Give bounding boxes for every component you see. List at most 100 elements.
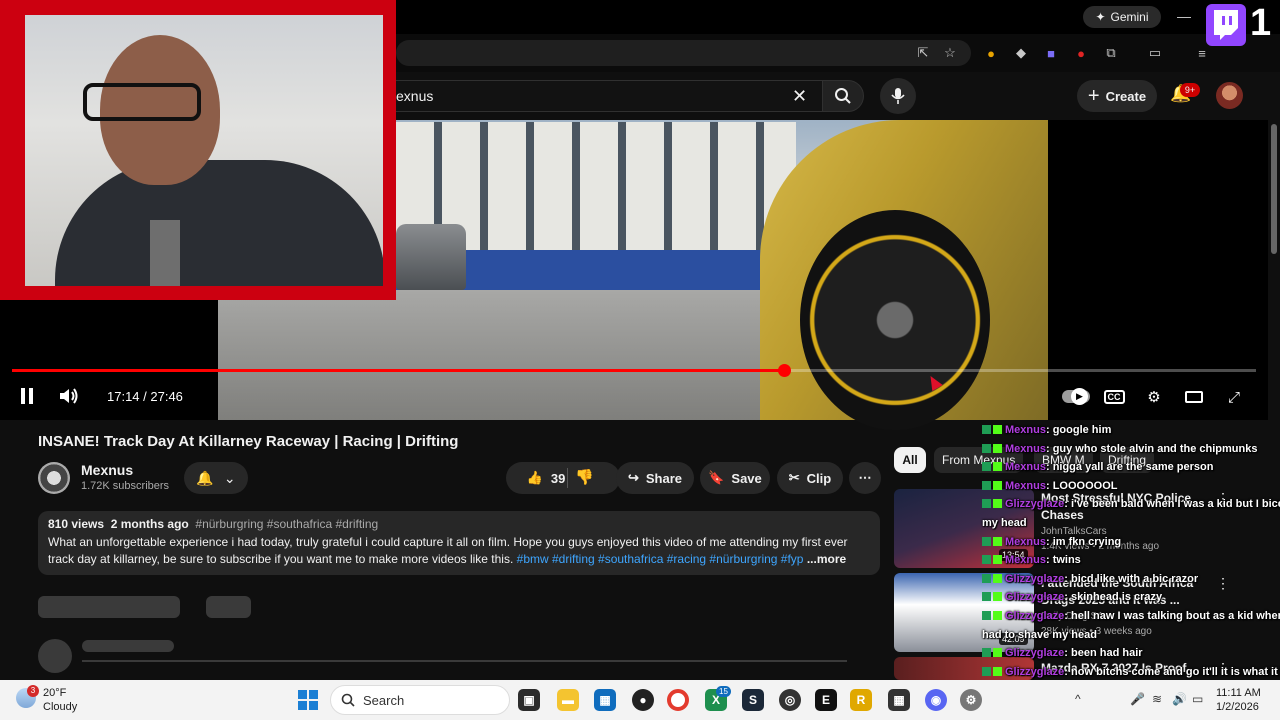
description-hashtags[interactable]: #bmw #drifting #southafrica #racing #nür… [517, 552, 804, 566]
tray-mic-icon[interactable]: 🎤 [1130, 692, 1145, 706]
clock-time[interactable]: 11:11 AM [1216, 687, 1261, 699]
speaker-icon[interactable]: 🔊 [1172, 692, 1187, 706]
wifi-icon[interactable]: ≋ [1152, 692, 1162, 706]
pause-button[interactable] [18, 386, 36, 406]
search-clear-icon[interactable]: ✕ [792, 86, 812, 107]
discord-icon[interactable]: ◉ [925, 689, 947, 711]
extensions-puzzle-icon[interactable]: ⧉ [1102, 44, 1120, 62]
chat-platform-badge-icon [982, 481, 991, 490]
dislike-icon[interactable]: 👎 [575, 468, 594, 486]
extension-diamond-icon[interactable]: ◆ [1012, 44, 1030, 62]
chat-kick-badge-icon [993, 555, 1002, 564]
chat-message-text: : now bitchs come and go it'll it is wha… [1064, 666, 1280, 678]
like-button[interactable]: 👍 39 [527, 470, 566, 486]
channel-name[interactable]: Mexnus [81, 462, 133, 478]
task-view-icon[interactable]: ▣ [518, 689, 540, 711]
taskbar-search-label: Search [363, 692, 405, 708]
taskbar-search[interactable]: Search [330, 685, 510, 715]
channel-avatar[interactable] [38, 462, 70, 494]
app-icon-r[interactable]: R [850, 689, 872, 711]
scrollbar-thumb[interactable] [1271, 124, 1277, 254]
steam-icon[interactable]: S [742, 689, 764, 711]
app-icon-ring[interactable]: ◎ [779, 689, 801, 711]
voice-search-button[interactable] [880, 78, 916, 114]
chat-message: Mexnus: guy who stole alvin and the chip… [982, 443, 1257, 456]
reading-list-icon[interactable]: ≡ [1193, 44, 1211, 62]
clip-button[interactable]: ✂ Clip [777, 462, 843, 494]
install-icon[interactable]: ⇱ [914, 44, 932, 62]
chat-username: Mexnus [1005, 443, 1046, 455]
loading-placeholder [206, 596, 251, 618]
view-count: 810 views [48, 517, 105, 531]
like-icon: 👍 [526, 470, 543, 485]
save-icon: 🔖 [708, 470, 725, 485]
chat-username: Mexnus [1005, 480, 1046, 492]
chat-username: Glizzyglaze [1005, 666, 1065, 678]
more-actions-button[interactable]: ⋯ [849, 462, 881, 494]
app-icon-dark[interactable]: ● [632, 689, 654, 711]
chat-kick-badge-icon [993, 592, 1002, 601]
chat-message: Mexnus: twins [982, 554, 1081, 567]
chat-message-text: : im fkn crying [1045, 536, 1122, 548]
settings-icon[interactable]: ⚙ [1143, 386, 1165, 408]
bookmark-star-icon[interactable]: ☆ [941, 44, 959, 62]
gemini-button[interactable]: ✦ Gemini [1083, 6, 1161, 28]
upload-age: 2 months ago [110, 517, 189, 531]
windows-start-icon[interactable] [298, 690, 318, 710]
recommendation-more-icon[interactable]: ⋮ [1216, 575, 1230, 592]
extension-shield-icon[interactable]: ■ [1042, 44, 1060, 62]
settings-gear-icon[interactable]: ⚙ [960, 689, 982, 711]
app-icon-grid[interactable]: ▦ [888, 689, 910, 711]
weather-description[interactable]: Cloudy [43, 701, 77, 713]
save-button[interactable]: 🔖 Save [700, 462, 770, 494]
description-tags[interactable]: #nürburgring #southafrica #drifting [195, 517, 378, 531]
chat-message: Glizzyglaze: i've been bald when I was a… [982, 498, 1280, 511]
clock-date[interactable]: 1/2/2026 [1216, 701, 1259, 713]
chat-message: Glizzyglaze: now bitchs come and go it'l… [982, 666, 1280, 679]
chat-platform-badge-icon [982, 499, 991, 508]
search-input[interactable] [380, 80, 822, 112]
tray-chevron-icon[interactable]: ^ [1075, 692, 1081, 706]
chat-platform-badge-icon [982, 444, 991, 453]
chrome-icon[interactable] [667, 689, 689, 711]
weather-temperature[interactable]: 20°F [43, 687, 66, 699]
create-button[interactable]: + Create [1077, 80, 1157, 112]
description-text: What an unforgettable experience i had t… [48, 534, 868, 568]
window-minimize-button[interactable]: — [1177, 8, 1191, 24]
battery-icon[interactable]: ▭ [1192, 692, 1203, 706]
chat-username: Glizzyglaze [1005, 591, 1065, 603]
chat-platform-badge-icon [982, 425, 991, 434]
webcam-person-tie [150, 220, 180, 286]
chat-message: Mexnus: LOOOOOOL [982, 480, 1117, 493]
tab-search-icon[interactable]: ▭ [1146, 44, 1164, 62]
subscription-bell-button[interactable]: 🔔 ⌄ [184, 462, 248, 494]
chat-platform-badge-icon [982, 555, 991, 564]
address-bar[interactable] [396, 40, 971, 66]
twitch-logo-icon [1206, 4, 1246, 46]
epic-games-icon[interactable]: E [815, 689, 837, 711]
account-avatar[interactable] [1216, 82, 1243, 109]
chip-all[interactable]: All [894, 447, 926, 473]
chat-message-text: : i've been bald when I was a kid but I … [1064, 498, 1280, 510]
extension-red-icon[interactable]: ● [1072, 44, 1090, 62]
extension-color-icon[interactable]: ● [982, 44, 1000, 62]
webcam-person-glasses [83, 83, 201, 121]
video-scene-grey-car [396, 224, 466, 290]
chat-message: Mexnus: nigga yall are the same person [982, 461, 1213, 474]
volume-button[interactable] [58, 386, 80, 406]
description-meta: 810 views 2 months ago #nürburgring #sou… [48, 517, 378, 531]
chat-message: Glizzyglaze: hell naw I was talking bout… [982, 610, 1280, 623]
chat-message-text: : hell naw I was talking bout as a kid w… [1064, 610, 1280, 622]
fullscreen-icon[interactable]: ⤢ [1223, 386, 1245, 408]
share-button[interactable]: ↪ Share [616, 462, 694, 494]
chat-message: Mexnus: google him [982, 424, 1111, 437]
search-button[interactable] [822, 80, 864, 112]
store-icon[interactable]: ▦ [594, 689, 616, 711]
description-more-link[interactable]: ...more [807, 552, 846, 566]
theater-icon[interactable] [1183, 386, 1205, 408]
file-explorer-icon[interactable]: ▬ [557, 689, 579, 711]
mic-icon [891, 88, 905, 104]
progress-scrubber-handle[interactable] [778, 364, 791, 377]
captions-icon[interactable]: CC [1103, 386, 1125, 408]
chat-platform-badge-icon [982, 667, 991, 676]
